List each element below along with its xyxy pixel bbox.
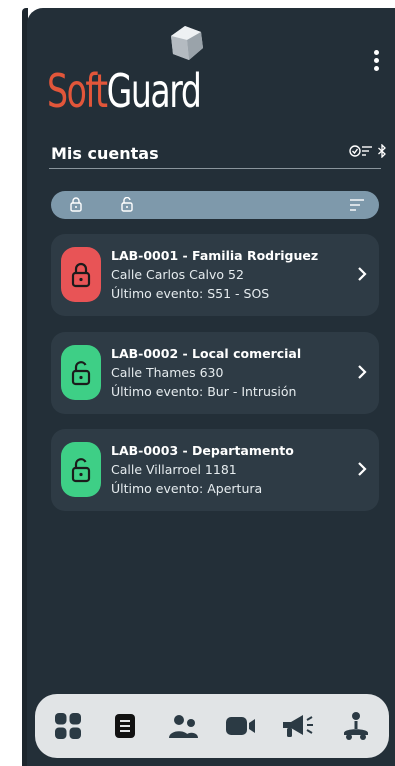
account-title: LAB-0001 - Familia Rodriguez (111, 248, 319, 263)
account-title: LAB-0002 - Local comercial (111, 346, 302, 361)
megaphone-icon[interactable] (281, 712, 315, 740)
chevron-right-icon (358, 365, 367, 379)
accounts-list-icon[interactable] (114, 713, 136, 739)
status-badge (61, 247, 101, 302)
title-divider (49, 168, 381, 169)
nav-dashboard[interactable] (48, 706, 88, 746)
camera-icon[interactable] (225, 715, 257, 737)
account-card-lab-0003[interactable]: LAB-0003 - Departamento Calle Villarroel… (51, 429, 379, 511)
lock-closed-icon (71, 262, 91, 287)
account-card-lab-0002[interactable]: LAB-0002 - Local comercial Calle Thames … (51, 332, 379, 414)
nav-assistance[interactable] (336, 706, 376, 746)
users-icon[interactable] (167, 713, 199, 739)
account-card-lab-0001[interactable]: LAB-0001 - Familia Rodriguez Calle Carlo… (51, 234, 379, 316)
lock-open-icon (71, 457, 91, 482)
bluetooth-icon[interactable] (377, 144, 387, 158)
lock-open-icon (71, 360, 91, 385)
account-address: Calle Villarroel 1181 (111, 462, 237, 477)
account-last-event: Último evento: Apertura (111, 481, 263, 496)
nav-camera[interactable] (221, 706, 261, 746)
page-title: Mis cuentas (51, 144, 159, 163)
lock-filter-bar[interactable] (51, 191, 379, 219)
chevron-right-icon (358, 267, 367, 281)
logo-gem-icon (171, 26, 203, 60)
nav-users[interactable] (163, 706, 203, 746)
account-title: LAB-0003 - Departamento (111, 443, 294, 458)
logo-guard-text: Guard (106, 64, 202, 118)
kebab-menu-icon[interactable] (369, 48, 383, 78)
bottom-nav (35, 694, 389, 758)
app-screen: SoftGuard Mis cuentas LAB-0001 - Familia… (27, 8, 395, 766)
nav-announcements[interactable] (278, 706, 318, 746)
account-last-event: Último evento: S51 - SOS (111, 286, 270, 301)
assistance-icon[interactable] (341, 711, 371, 741)
lock-open-icon[interactable] (121, 197, 133, 212)
account-last-event: Último evento: Bur - Intrusión (111, 384, 297, 399)
status-badge (61, 442, 101, 497)
softguard-logo: SoftGuard (47, 22, 237, 132)
nav-accounts[interactable] (105, 706, 145, 746)
sort-icon[interactable] (349, 198, 365, 212)
lock-closed-icon[interactable] (70, 197, 82, 212)
status-badge (61, 345, 101, 400)
dashboard-grid-icon[interactable] (54, 712, 82, 740)
account-address: Calle Thames 630 (111, 365, 224, 380)
logo-wordmark: SoftGuard (47, 64, 202, 118)
logo-soft-text: Soft (47, 64, 108, 118)
check-filter-icon[interactable] (349, 144, 373, 158)
account-address: Calle Carlos Calvo 52 (111, 267, 244, 282)
chevron-right-icon (358, 462, 367, 476)
